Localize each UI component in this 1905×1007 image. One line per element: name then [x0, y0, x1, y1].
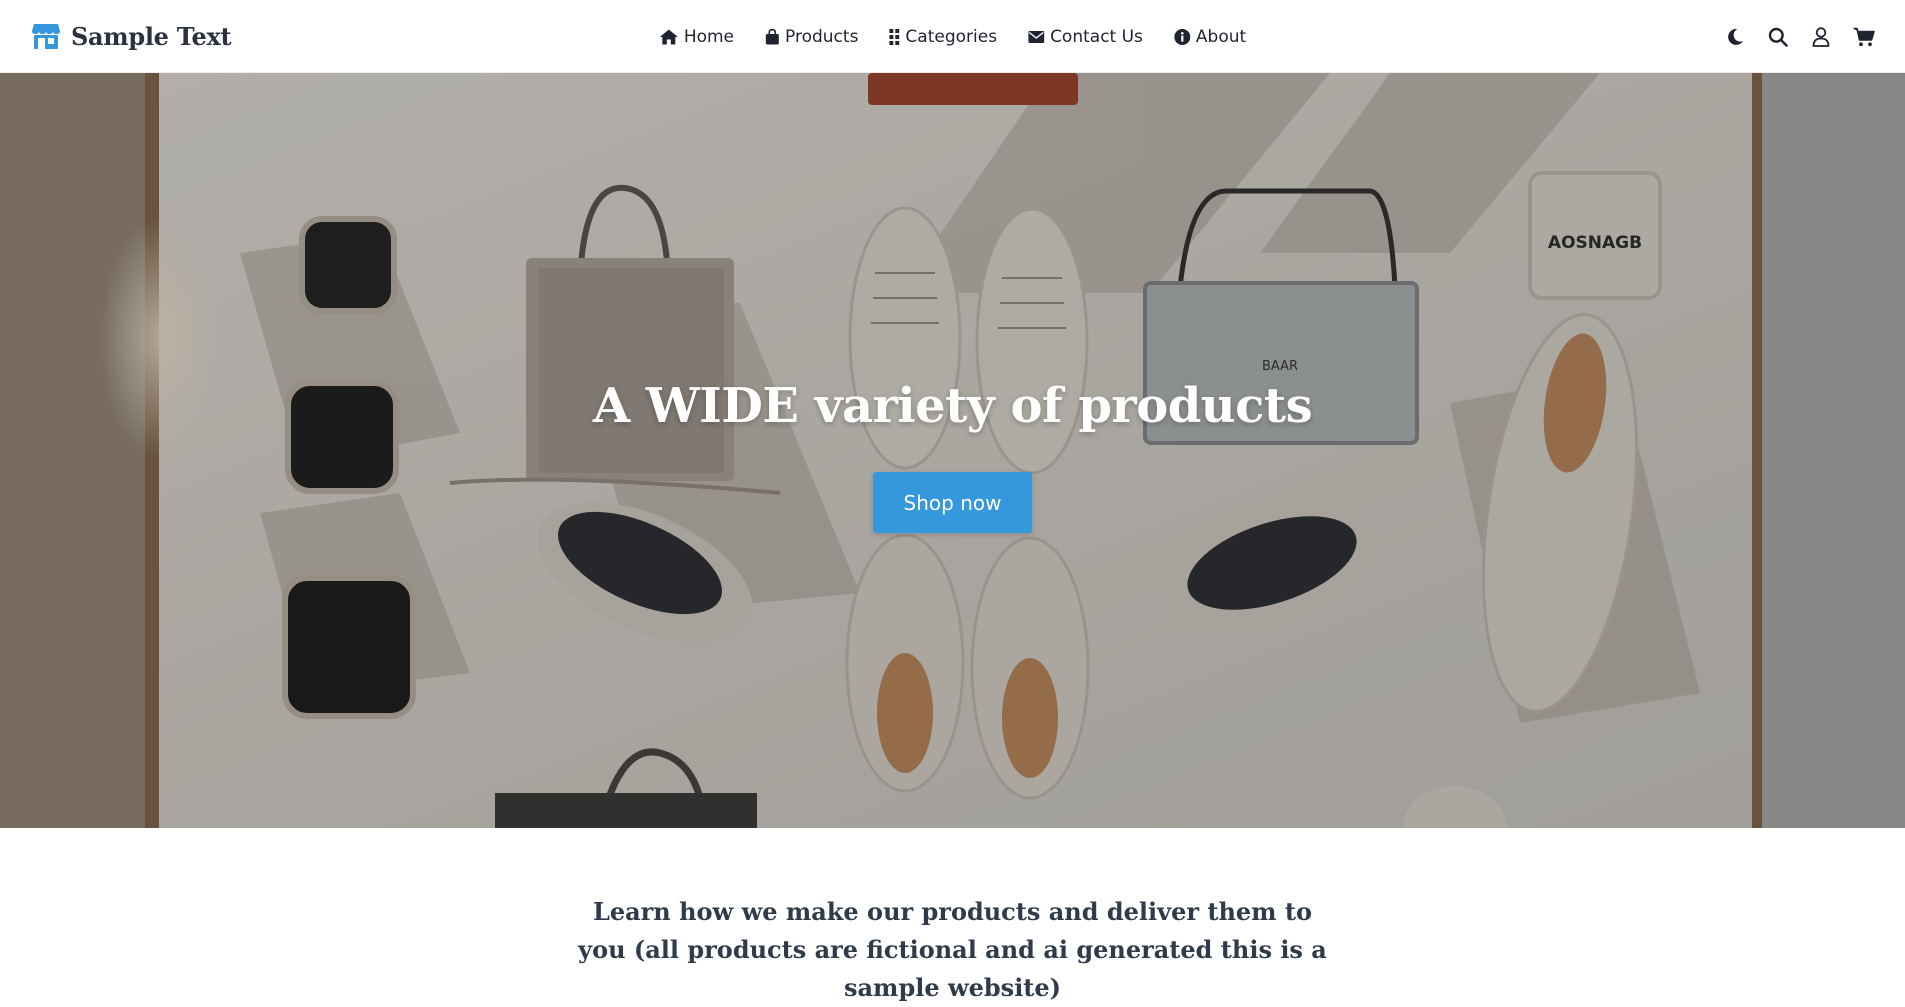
nav-home-label: Home: [683, 26, 735, 47]
cart-icon: [1853, 27, 1875, 47]
shopping-bag-icon: [765, 28, 779, 45]
nav-about[interactable]: About: [1173, 26, 1247, 47]
hero-content: A WIDE variety of products Shop now: [0, 73, 1905, 828]
nav-categories-label: Categories: [905, 26, 998, 47]
nav-products-label: Products: [785, 26, 859, 47]
hero-title: A WIDE variety of products: [592, 378, 1313, 434]
navbar: Sample Text Home Products Categories Con…: [0, 0, 1905, 73]
cart-button[interactable]: [1852, 25, 1875, 48]
account-button[interactable]: [1809, 25, 1832, 48]
main-nav: Home Products Categories Contact Us Abou…: [659, 0, 1246, 73]
nav-products[interactable]: Products: [765, 27, 858, 47]
brand-name: Sample Text: [71, 21, 232, 51]
envelope-icon: [1028, 30, 1045, 43]
moon-icon: [1726, 28, 1744, 46]
grid-icon: [889, 28, 900, 45]
nav-home[interactable]: Home: [659, 27, 734, 47]
intro-section: Learn how we make our products and deliv…: [0, 828, 1905, 1002]
nav-contact-us[interactable]: Contact Us: [1028, 27, 1143, 47]
theme-toggle-button[interactable]: [1723, 25, 1746, 48]
nav-contact-us-label: Contact Us: [1050, 26, 1143, 47]
nav-about-label: About: [1195, 26, 1247, 47]
intro-text: Learn how we make our products and deliv…: [578, 897, 1327, 1002]
shop-now-button[interactable]: Shop now: [873, 472, 1032, 533]
brand-logo-link[interactable]: Sample Text: [31, 21, 232, 51]
hero-banner: BAAR AOSNAGB A WIDE variety of products …: [0, 73, 1905, 828]
search-button[interactable]: [1766, 25, 1789, 48]
nav-actions: [1723, 0, 1875, 73]
info-circle-icon: [1173, 28, 1190, 45]
store-icon: [31, 22, 61, 50]
search-icon: [1768, 27, 1788, 47]
home-icon: [659, 29, 678, 45]
nav-categories[interactable]: Categories: [889, 27, 997, 47]
user-icon: [1812, 26, 1830, 47]
